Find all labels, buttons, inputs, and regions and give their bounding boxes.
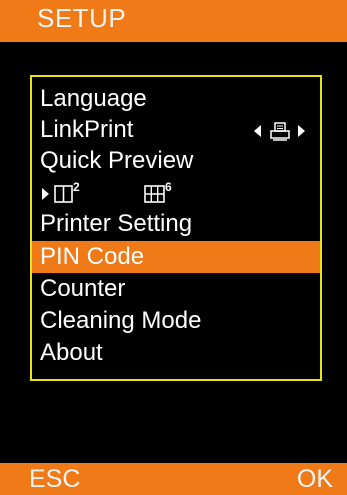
two-up-layout-icon[interactable]: 2 [54,179,84,203]
menu-item-label: Printer Setting [40,210,193,237]
menu-item-about[interactable]: About [32,337,320,369]
quick-preview-options: 2 6 [32,176,320,208]
menu-item-label: Counter [40,275,126,302]
menu-item-label: About [40,339,103,366]
menu-item-label: Cleaning Mode [40,307,202,334]
arrow-left-icon[interactable] [254,125,261,137]
title-bar: SETUP [0,0,347,42]
menu-item-label: Quick Preview [40,147,194,174]
esc-button[interactable]: ESC [29,465,80,494]
selection-pointer-icon [42,188,49,200]
six-up-layout-icon[interactable]: 6 [144,179,176,203]
menu-item-quick-preview[interactable]: Quick Preview [32,145,320,177]
arrow-right-icon[interactable] [298,125,305,137]
menu-item-printer-setting[interactable]: Printer Setting [32,208,320,240]
menu-item-label: Language [40,85,147,112]
svg-text:2: 2 [73,180,80,194]
menu-item-cleaning-mode[interactable]: Cleaning Mode [32,305,320,337]
printer-icon [270,122,290,141]
menu-item-pin-code[interactable]: PIN Code [32,241,320,273]
page-title: SETUP [37,3,127,33]
menu-item-language[interactable]: Language [32,83,320,115]
linkprint-value-selector[interactable] [254,121,306,141]
setup-menu: Language LinkPrint Quick Preview 2 6 Pri… [30,75,322,381]
ok-button[interactable]: OK [297,465,333,494]
menu-item-counter[interactable]: Counter [32,273,320,305]
menu-item-label: LinkPrint [40,116,134,143]
softkey-bar: ESC OK [0,463,347,495]
svg-text:6: 6 [165,180,172,194]
menu-item-linkprint[interactable]: LinkPrint [32,114,320,146]
menu-item-label: PIN Code [40,243,145,270]
